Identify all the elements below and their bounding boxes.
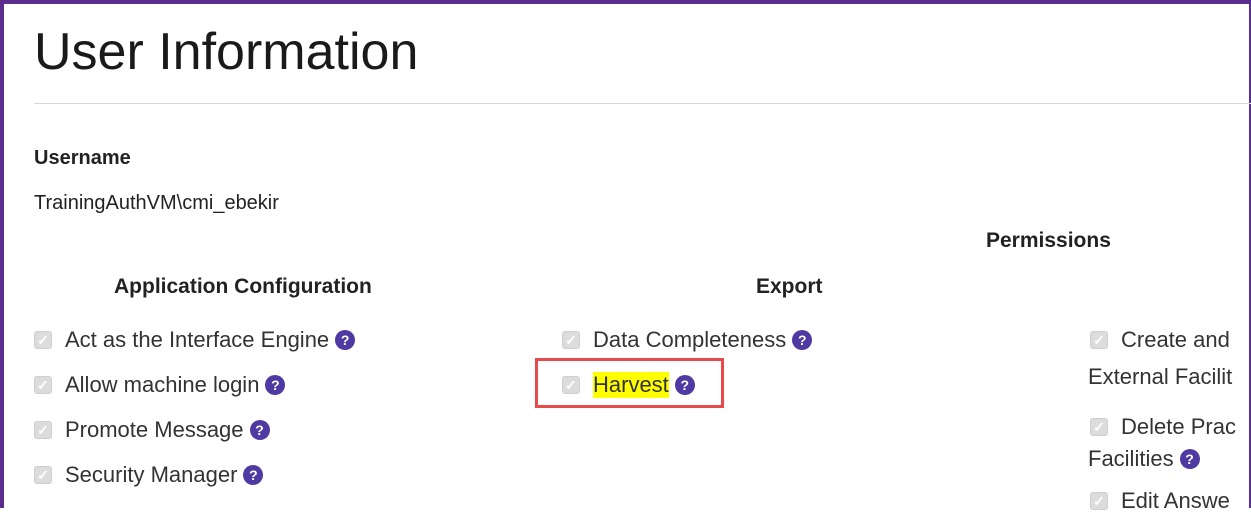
checkbox-row-permission-create: ✓ Create and — [1090, 327, 1230, 353]
checkbox-row-security-manager: ✓ Security Manager ? — [34, 462, 264, 488]
page-title: User Information — [34, 23, 419, 81]
check-icon: ✓ — [565, 332, 577, 348]
checkbox[interactable]: ✓ — [34, 466, 52, 484]
permissions-heading: Permissions — [986, 229, 1111, 252]
checkbox-label: Create and — [1121, 327, 1230, 352]
check-icon: ✓ — [1093, 332, 1105, 348]
checkbox-label: Allow machine login — [65, 372, 260, 397]
checkbox-label: Promote Message — [65, 417, 244, 442]
check-icon: ✓ — [1093, 493, 1105, 509]
checkbox-row-promote-message: ✓ Promote Message ? — [34, 417, 270, 443]
checkbox-row-data-completeness: ✓ Data Completeness ? — [562, 327, 813, 353]
checkbox-row-machine-login: ✓ Allow machine login ? — [34, 372, 286, 398]
checkbox-label-continued: External Facilit — [1088, 364, 1233, 389]
checkbox[interactable]: ✓ — [1090, 331, 1108, 349]
question-circle-icon[interactable]: ? — [249, 420, 270, 440]
checkbox-row-permission-edit: ✓ Edit Answe — [1090, 488, 1230, 514]
check-icon: ✓ — [37, 467, 49, 483]
checkbox-label: Security Manager — [65, 462, 238, 487]
checkbox[interactable]: ✓ — [1090, 418, 1108, 436]
checkbox-label: Delete Prac — [1121, 414, 1236, 439]
checkbox[interactable]: ✓ — [1090, 492, 1108, 510]
checkbox[interactable]: ✓ — [34, 376, 52, 394]
check-icon: ✓ — [1093, 419, 1105, 435]
question-circle-icon[interactable]: ? — [335, 330, 356, 350]
checkbox-label: Data Completeness — [593, 327, 787, 352]
check-icon: ✓ — [37, 332, 49, 348]
question-circle-icon[interactable]: ? — [243, 465, 264, 485]
checkbox-label-continued-row: Facilities ? — [1088, 446, 1200, 472]
checkbox-row-interface-engine: ✓ Act as the Interface Engine ? — [34, 327, 356, 353]
checkbox-label: Act as the Interface Engine — [65, 327, 330, 352]
username-label: Username — [34, 147, 131, 169]
export-heading: Export — [756, 275, 823, 298]
checkbox[interactable]: ✓ — [34, 331, 52, 349]
checkbox-label: Edit Answe — [1121, 488, 1230, 513]
username-value: TrainingAuthVM\cmi_ebekir — [34, 192, 279, 214]
checkbox-label-continued: Facilities — [1088, 446, 1174, 471]
checkbox[interactable]: ✓ — [562, 331, 580, 349]
question-circle-icon[interactable]: ? — [1179, 449, 1200, 469]
application-configuration-heading: Application Configuration — [114, 275, 372, 298]
check-icon: ✓ — [37, 377, 49, 393]
annotation-callout-box — [535, 358, 724, 408]
question-circle-icon[interactable]: ? — [792, 330, 813, 350]
title-divider — [34, 103, 1251, 104]
checkbox[interactable]: ✓ — [34, 421, 52, 439]
check-icon: ✓ — [37, 422, 49, 438]
checkbox-row-permission-delete: ✓ Delete Prac — [1090, 414, 1236, 440]
question-circle-icon[interactable]: ? — [265, 375, 286, 395]
